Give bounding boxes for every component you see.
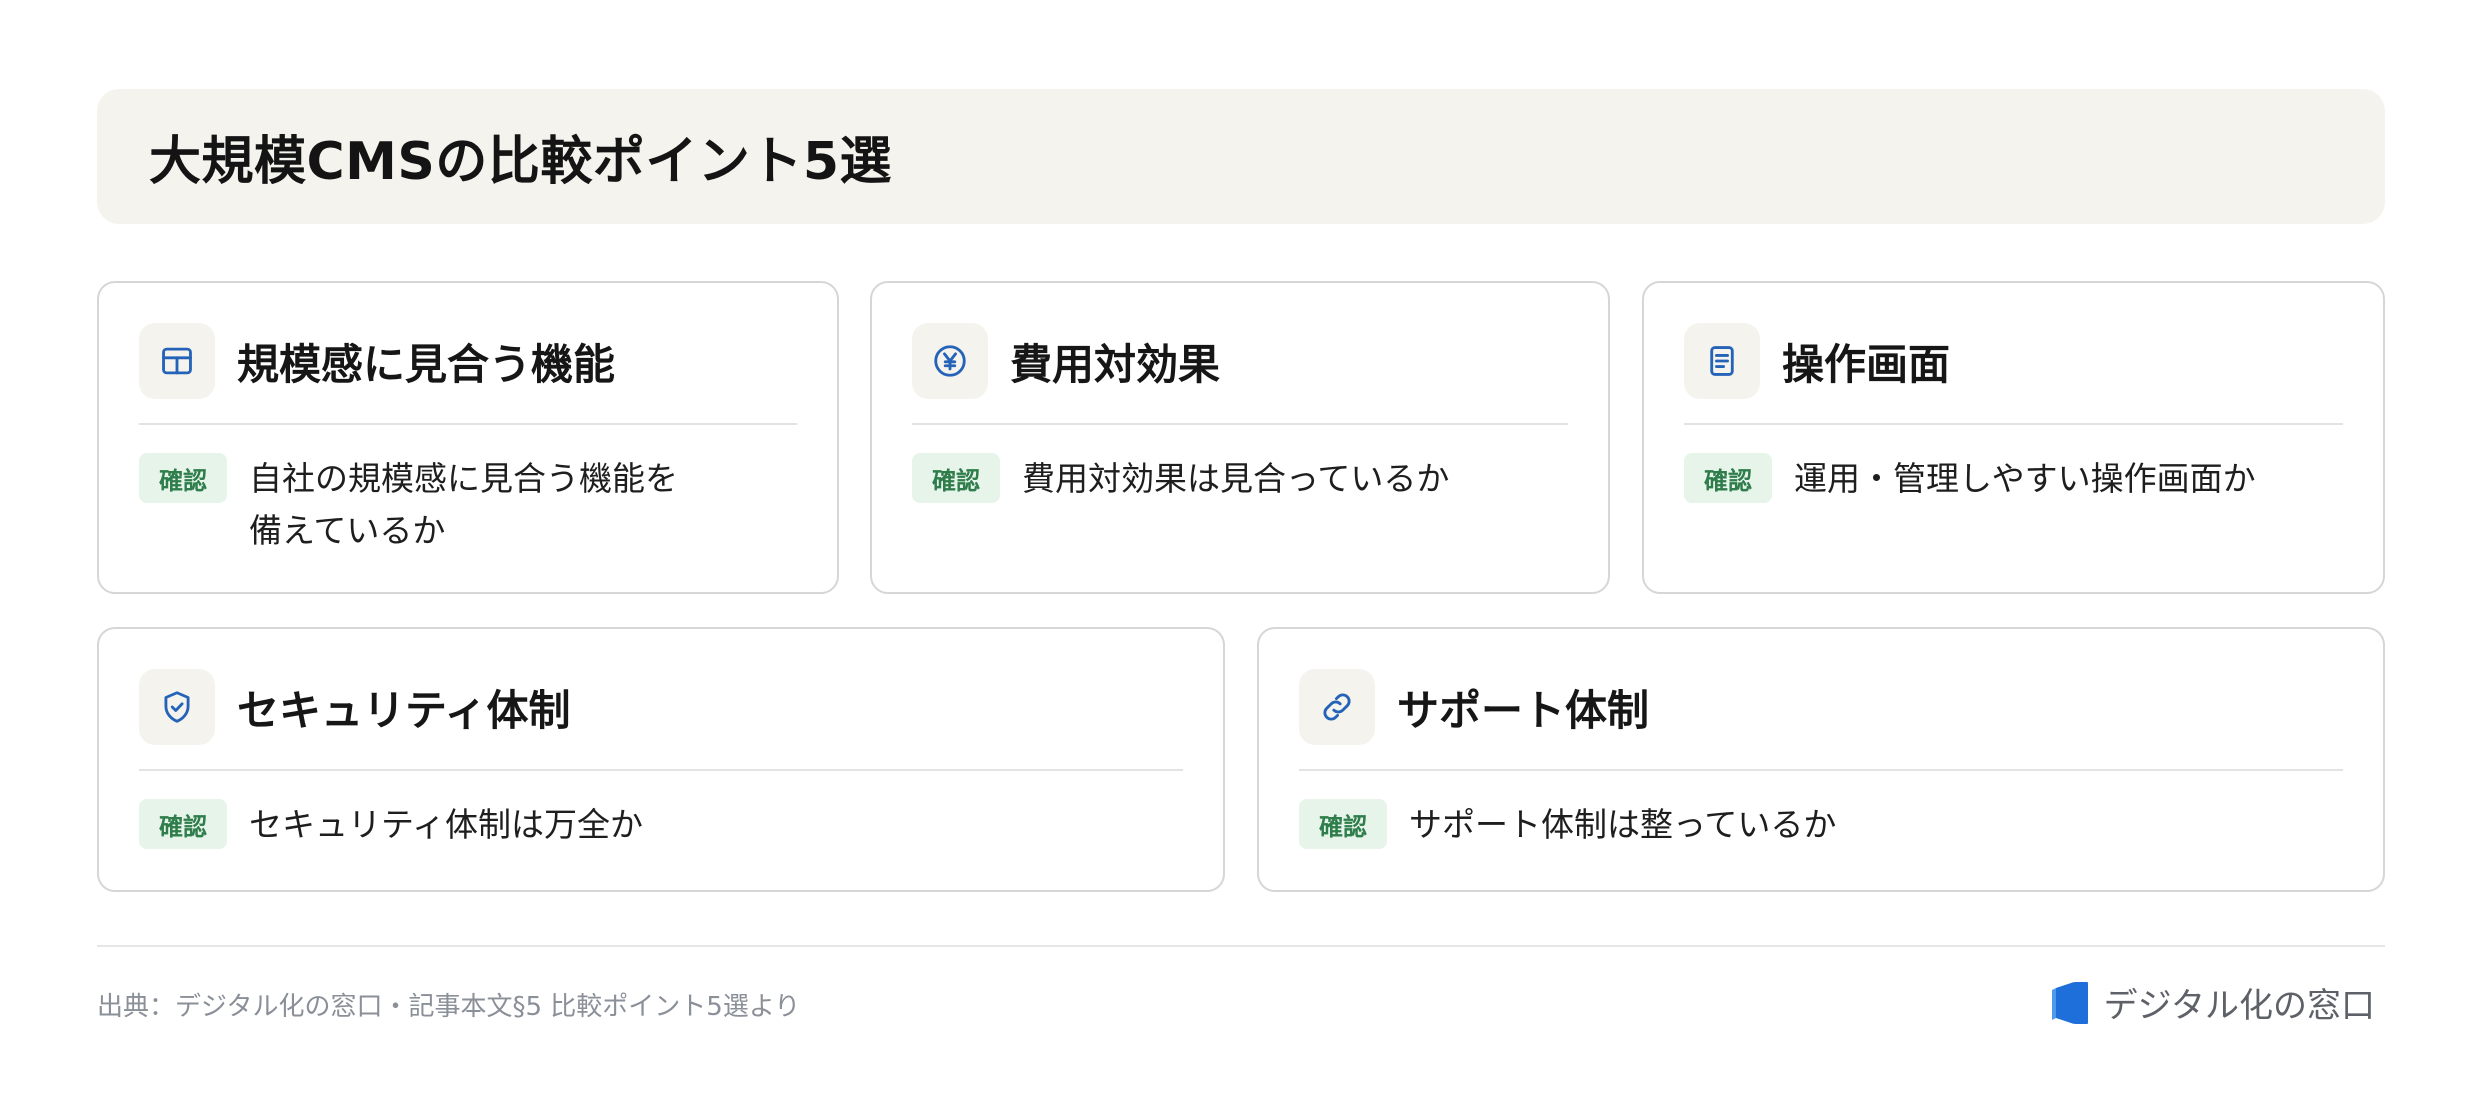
card-divider — [1684, 423, 2343, 425]
card-title: 費用対効果 — [1010, 339, 1221, 389]
card-operation-screen: 操作画面 確認 運用・管理しやすい操作画面か — [1642, 281, 2385, 594]
card-support: サポート体制 確認 サポート体制は整っているか — [1257, 627, 2385, 892]
card-header: セキュリティ体制 — [139, 669, 1183, 745]
brand-name: デジタル化の窓口 — [2103, 986, 2375, 1026]
card-text: サポート体制は整っているか — [1409, 805, 1837, 844]
document-icon — [1684, 323, 1760, 399]
card-header: サポート体制 — [1299, 669, 2343, 745]
card-text: 運用・管理しやすい操作画面か — [1794, 459, 2256, 498]
grid-icon — [139, 323, 215, 399]
card-divider — [139, 423, 797, 425]
card-title: 規模感に見合う機能 — [237, 339, 616, 389]
link-icon — [1299, 669, 1375, 745]
card-title: セキュリティ体制 — [237, 685, 571, 735]
card-cost-effectiveness: 費用対効果 確認 費用対効果は見合っているか — [870, 281, 1610, 594]
source-note: 出典：デジタル化の窓口・記事本文§5 比較ポイント5選より — [97, 992, 801, 1022]
check-badge: 確認 — [912, 453, 1000, 503]
title-banner: 大規模CMSの比較ポイント5選 — [97, 89, 2385, 224]
card-body: 確認 サポート体制は整っているか — [1299, 799, 2343, 851]
card-text: 費用対効果は見合っているか — [1022, 459, 1450, 498]
infographic: 大規模CMSの比較ポイント5選 規模感に見合う機能 確認 自社の規模感に見合う機… — [0, 0, 2480, 1120]
check-badge: 確認 — [1299, 799, 1387, 849]
card-title: 操作画面 — [1782, 339, 1951, 389]
window-logo-icon — [2051, 981, 2088, 1024]
card-body: 確認 運用・管理しやすい操作画面か — [1684, 453, 2343, 505]
card-feature-scale: 規模感に見合う機能 確認 自社の規模感に見合う機能を 備えているか — [97, 281, 839, 594]
check-badge: 確認 — [139, 453, 227, 503]
check-badge: 確認 — [1684, 453, 1772, 503]
card-header: 費用対効果 — [912, 323, 1568, 399]
card-body: 確認 費用対効果は見合っているか — [912, 453, 1568, 505]
yen-icon — [912, 323, 988, 399]
card-divider — [139, 769, 1183, 771]
page-title: 大規模CMSの比較ポイント5選 — [149, 132, 893, 192]
footer-divider — [97, 945, 2385, 947]
shield-icon — [139, 669, 215, 745]
card-header: 操作画面 — [1684, 323, 2343, 399]
check-badge: 確認 — [139, 799, 227, 849]
brand-logo: デジタル化の窓口 — [2050, 978, 2375, 1027]
card-body: 確認 自社の規模感に見合う機能を 備えているか — [139, 453, 797, 557]
card-divider — [912, 423, 1568, 425]
card-text: 自社の規模感に見合う機能を 備えているか — [249, 459, 678, 550]
card-text: セキュリティ体制は万全か — [249, 805, 644, 844]
card-header: 規模感に見合う機能 — [139, 323, 797, 399]
card-title: サポート体制 — [1397, 685, 1650, 735]
card-body: 確認 セキュリティ体制は万全か — [139, 799, 1183, 851]
card-security: セキュリティ体制 確認 セキュリティ体制は万全か — [97, 627, 1225, 892]
card-divider — [1299, 769, 2343, 771]
